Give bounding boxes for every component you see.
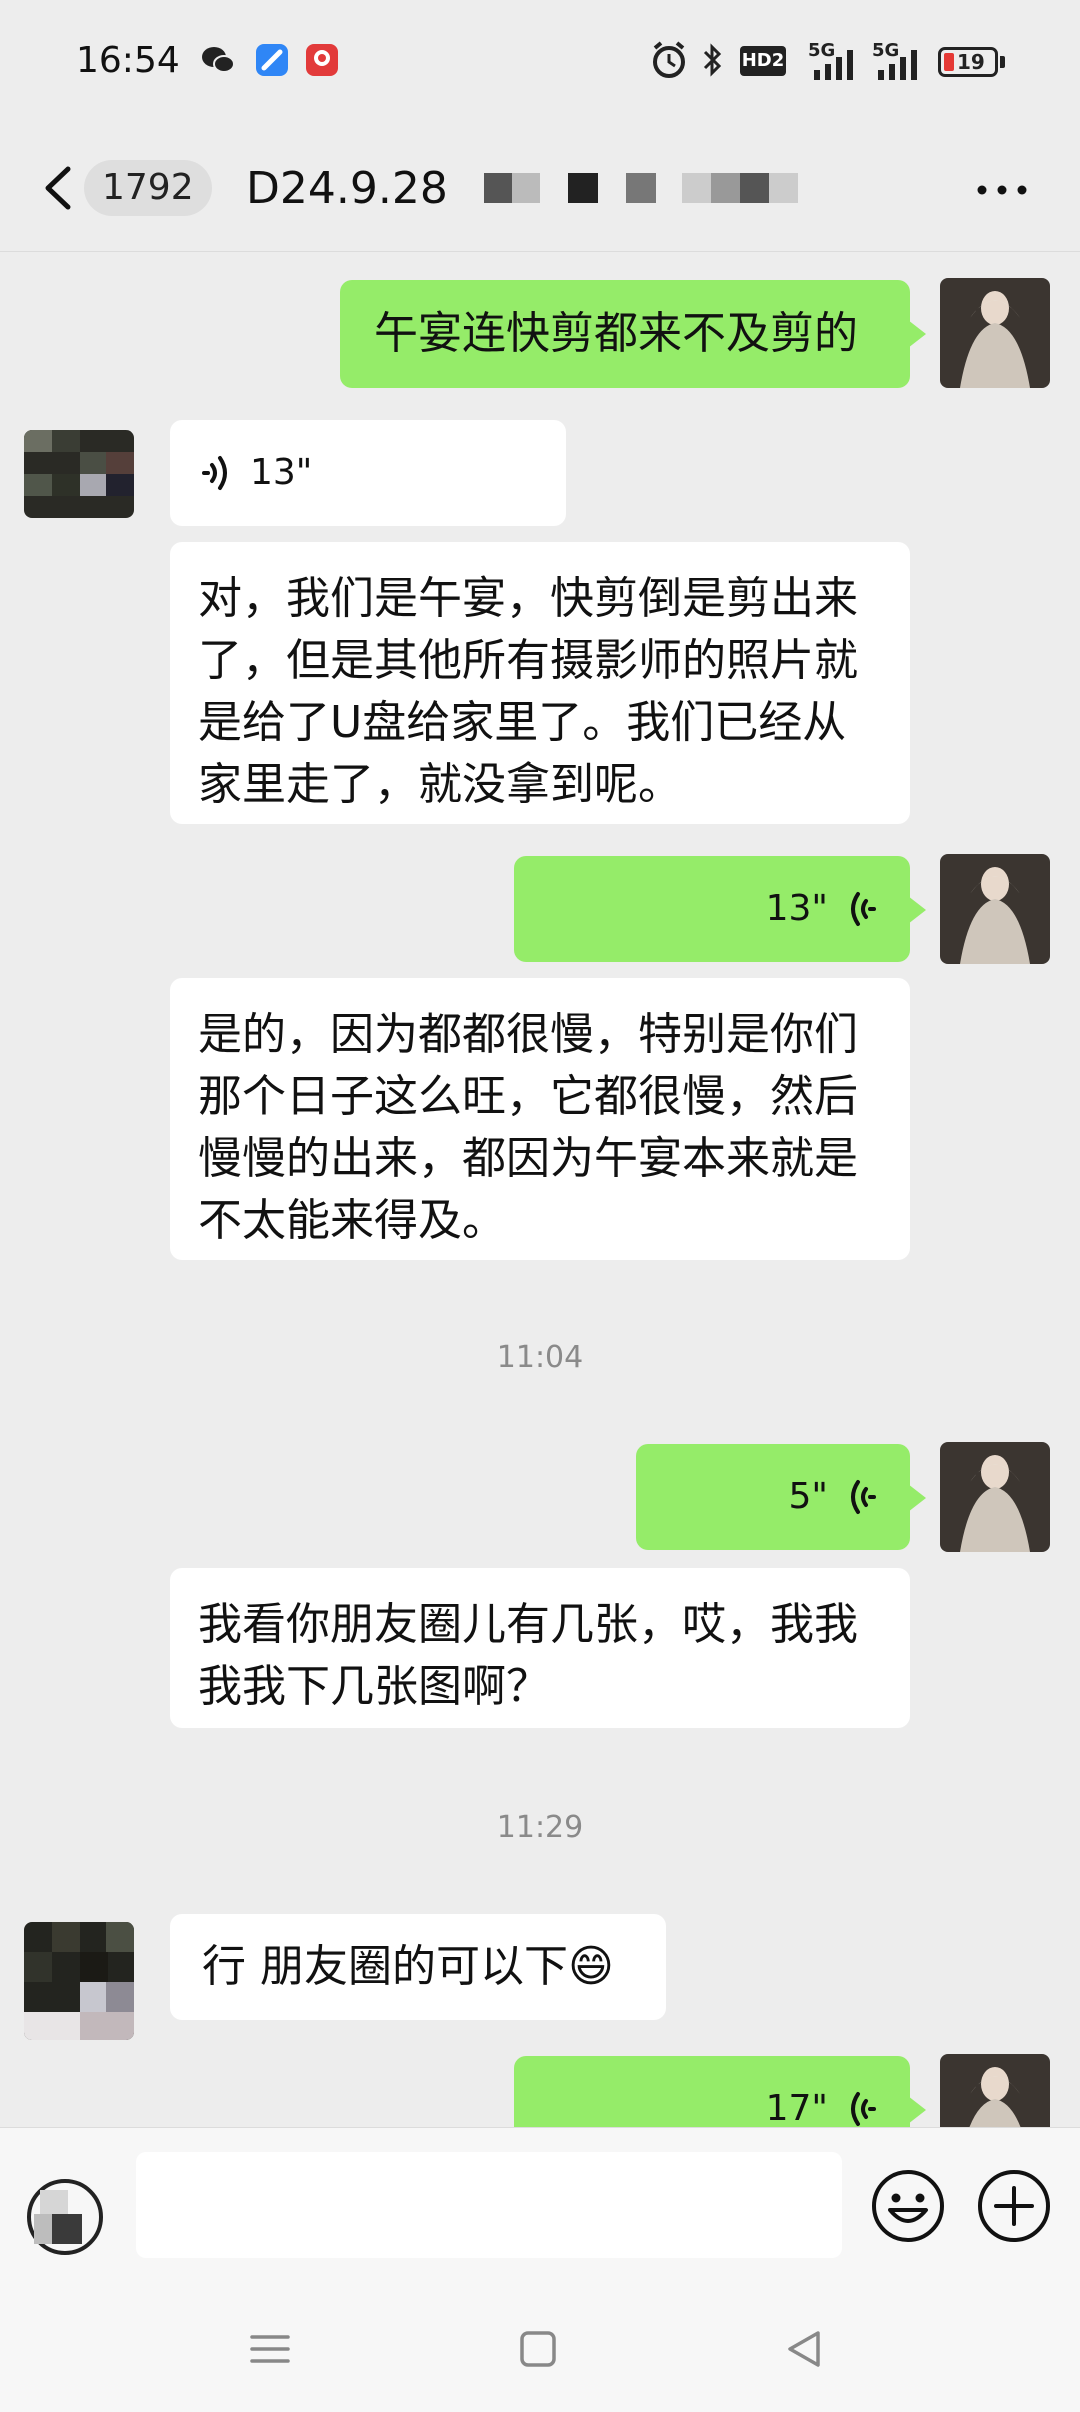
message-text-line: 我看你朋友圈儿有几张，哎，我我 <box>198 1599 858 1650</box>
grin-emoji-icon: 😄 <box>568 1941 614 1992</box>
voice-duration: 5" <box>788 1476 828 1517</box>
voice-wave-icon <box>851 2092 876 2126</box>
voice-message-outgoing[interactable]: 17" <box>514 2056 926 2127</box>
back-triangle-icon[interactable] <box>774 2319 834 2379</box>
emoji-smile-icon[interactable] <box>868 2166 948 2246</box>
battery-level-fill <box>944 53 954 71</box>
message-text-line: 那个日子这么旺，它都很慢，然后 <box>198 1071 858 1122</box>
message-text-line: 是的，因为都都很慢，特别是你们 <box>198 1009 858 1060</box>
voice-wave-icon <box>202 456 227 490</box>
signal-indicator-2: 5G <box>872 40 922 80</box>
app-notification-icon-red <box>306 44 338 76</box>
voice-wave-icon <box>851 892 876 926</box>
more-dots-icon[interactable] <box>972 165 1032 215</box>
message-input[interactable] <box>136 2152 842 2258</box>
message-bubble-incoming[interactable]: 对，我们是午宴，快剪倒是剪出来 了，但是其他所有摄影师的照片就 是给了U盘给家里… <box>170 542 910 824</box>
voice-message-outgoing[interactable]: 5" <box>636 1444 926 1550</box>
my-avatar[interactable] <box>940 2054 1050 2127</box>
battery-cap <box>1000 56 1005 68</box>
redacted-title-block <box>682 173 798 203</box>
battery-indicator: 19 <box>938 47 998 77</box>
plus-circle-icon[interactable] <box>974 2166 1054 2246</box>
system-navigation-bar <box>0 2287 1080 2412</box>
voice-wave-icon <box>851 1480 876 1514</box>
voice-duration: 13" <box>250 452 313 493</box>
redacted-title-block <box>484 173 540 203</box>
wechat-notification-icon <box>202 47 235 73</box>
voice-duration: 13" <box>765 888 828 929</box>
redacted-title-block <box>568 173 598 203</box>
time-separator: 11:29 <box>496 1810 584 1845</box>
message-text-line: 了，但是其他所有摄影师的照片就 <box>198 635 858 686</box>
contact-avatar[interactable] <box>24 1922 134 2040</box>
message-bubble-incoming[interactable]: 我看你朋友圈儿有几张，哎，我我 我我下几张图啊？ <box>170 1568 910 1728</box>
avatar-bride-image <box>940 1442 1050 1552</box>
message-text-line: 慢慢的出来，都因为午宴本来就是 <box>198 1133 858 1184</box>
bluetooth-icon <box>703 43 722 77</box>
message-bubble-incoming[interactable]: 是的，因为都都很慢，特别是你们 那个日子这么旺，它都很慢，然后 慢慢的出来，都因… <box>170 978 910 1260</box>
signal-bars-icon <box>878 50 917 80</box>
avatar-bride-image <box>940 2054 1050 2127</box>
chat-title: D24.9.28 <box>246 163 448 214</box>
wechat-chat-screen: 16:54 HD2 5G 5G 19 1792 D24.9.28 午宴连快剪都来… <box>0 0 1080 2412</box>
voice-message-incoming[interactable]: 13" <box>170 420 566 526</box>
voice-mode-icon <box>27 2179 103 2255</box>
time-separator: 11:04 <box>496 1340 584 1375</box>
menu-icon[interactable] <box>240 2319 300 2379</box>
contact-avatar[interactable] <box>24 430 134 518</box>
message-bubble-outgoing[interactable]: 午宴连快剪都来不及剪的 <box>340 280 926 388</box>
avatar-bride-image <box>940 854 1050 964</box>
status-time: 16:54 <box>76 40 180 81</box>
chat-header: 1792 D24.9.28 <box>0 125 1080 252</box>
signal-bars-icon <box>814 50 853 80</box>
message-input-bar <box>0 2127 1080 2287</box>
unread-count-badge[interactable]: 1792 <box>84 160 212 216</box>
message-bubble-incoming[interactable]: 行 朋友圈的可以下😄 <box>170 1914 666 2020</box>
voice-duration: 17" <box>765 2088 828 2127</box>
message-text-line: 我我下几张图啊？ <box>198 1661 550 1712</box>
message-list[interactable]: 午宴连快剪都来不及剪的 13" 对，我们是午宴，快剪倒是剪出来 了，但是其他所有… <box>0 252 1080 2127</box>
home-square-icon[interactable] <box>508 2319 568 2379</box>
chevron-left-icon[interactable] <box>34 163 84 213</box>
alarm-icon <box>653 41 685 78</box>
battery-percent: 19 <box>957 50 985 74</box>
app-notification-icon <box>256 44 288 76</box>
message-text-line: 不太能来得及。 <box>198 1195 506 1246</box>
message-text-line: 是给了U盘给家里了。我们已经从 <box>198 697 847 748</box>
hd-voice-badge: HD2 <box>740 46 786 76</box>
message-text: 午宴连快剪都来不及剪的 <box>374 308 858 359</box>
message-text: 行 朋友圈的可以下 <box>202 1941 568 1992</box>
redacted-title-block <box>626 173 656 203</box>
signal-indicator-1: 5G <box>808 40 858 80</box>
message-text-line: 对，我们是午宴，快剪倒是剪出来 <box>198 573 858 624</box>
my-avatar[interactable] <box>940 854 1050 964</box>
avatar-pixelated-image <box>24 1922 134 2040</box>
my-avatar[interactable] <box>940 278 1050 388</box>
avatar-pixelated-image <box>24 430 134 518</box>
status-bar: 16:54 HD2 5G 5G 19 <box>0 0 1080 125</box>
avatar-bride-image <box>940 278 1050 388</box>
voice-mode-toggle[interactable] <box>22 2174 108 2260</box>
message-text-line: 家里走了，就没拿到呢。 <box>198 759 682 810</box>
my-avatar[interactable] <box>940 1442 1050 1552</box>
voice-message-outgoing[interactable]: 13" <box>514 856 926 962</box>
